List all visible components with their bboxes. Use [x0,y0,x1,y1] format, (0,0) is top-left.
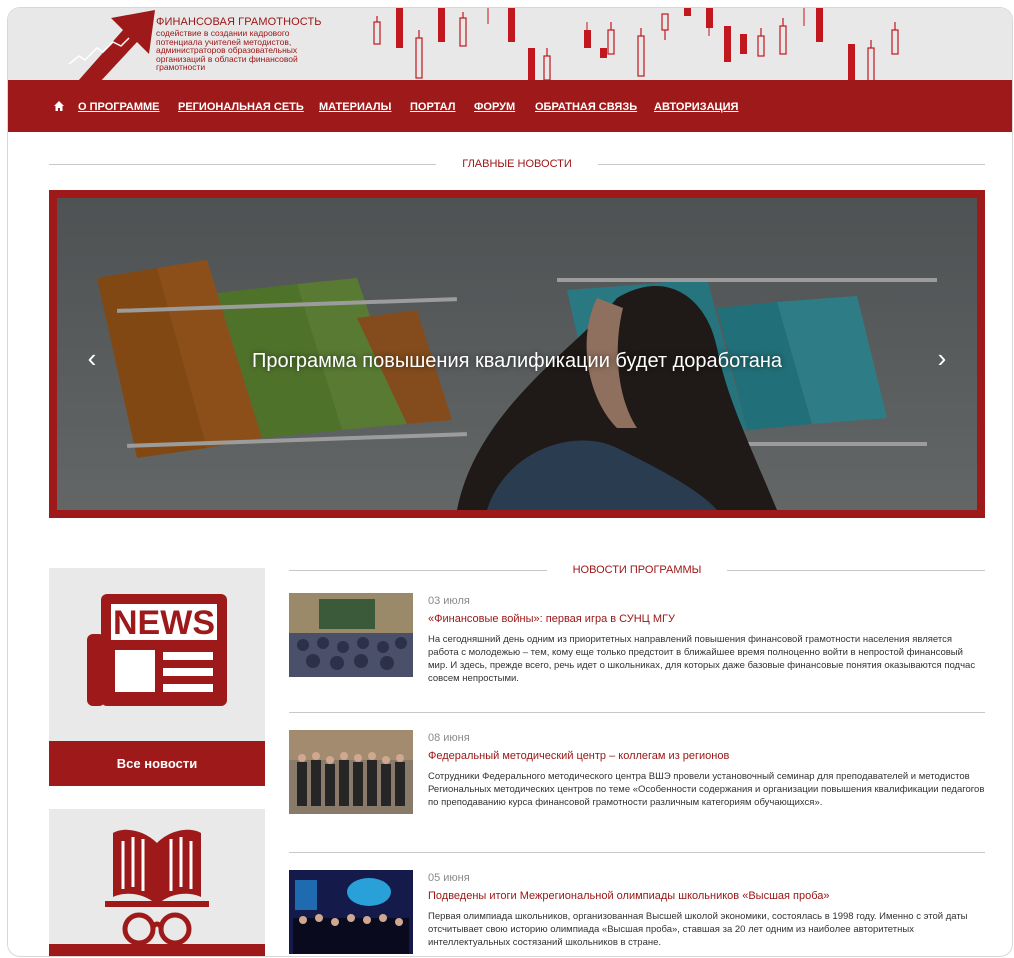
news-item: 03 июля «Финансовые войны»: первая игра … [289,593,985,698]
nav-item-about[interactable]: О ПРОГРАММЕ [78,101,159,113]
news-divider [289,852,985,853]
divider [727,569,985,571]
chevron-left-icon[interactable]: ‹ [77,338,107,378]
slide-caption[interactable]: Программа повышения квалификации будет д… [57,350,977,373]
chevron-right-icon[interactable]: › [927,338,957,378]
news-thumbnail[interactable] [289,593,413,677]
library-tile[interactable] [49,809,265,956]
news-summary: На сегодняшний день одним из приоритетны… [428,634,976,684]
news-thumbnail[interactable] [289,870,413,954]
news-date: 03 июля [428,595,470,607]
news-title-link[interactable]: Федеральный методический центр – коллега… [428,750,729,762]
news-divider [289,712,985,713]
main-news-title: ГЛАВНЫЕ НОВОСТИ [462,158,572,170]
nav-item-regional-network[interactable]: РЕГИОНАЛЬНАЯ СЕТЬ [178,101,304,113]
slide-image[interactable]: Программа повышения квалификации будет д… [57,198,977,510]
news-date: 08 июня [428,732,470,744]
news-title-link[interactable]: «Финансовые войны»: первая игра в СУНЦ М… [428,613,675,625]
header-band: ФИНАНСОВАЯ ГРАМОТНОСТЬ содействие в созд… [8,8,1012,98]
library-tile-footer[interactable] [49,944,265,956]
nav-item-feedback[interactable]: ОБРАТНАЯ СВЯЗЬ [535,101,637,113]
news-item: 05 июня Подведены итоги Межрегиональной … [289,870,985,956]
newspaper-icon-text: NEWS [113,604,215,642]
divider [289,569,547,571]
main-news-heading: ГЛАВНЫЕ НОВОСТИ [49,158,986,170]
brand-title[interactable]: ФИНАНСОВАЯ ГРАМОТНОСТЬ [156,16,322,28]
nav-item-portal[interactable]: ПОРТАЛ [410,101,455,113]
news-title-link[interactable]: Подведены итоги Межрегиональной олимпиад… [428,890,830,902]
divider [49,163,437,165]
program-news-title: НОВОСТИ ПРОГРАММЫ [572,564,702,576]
news-thumbnail[interactable] [289,730,413,814]
news-summary: Сотрудники Федерального методического це… [428,771,985,808]
main-nav: О ПРОГРАММЕ РЕГИОНАЛЬНАЯ СЕТЬ МАТЕРИАЛЫ … [8,80,1012,132]
news-slider[interactable]: Программа повышения квалификации будет д… [49,190,985,518]
newspaper-icon: NEWS [87,594,227,706]
candlestick-decoration [373,8,899,88]
all-news-tile[interactable]: NEWS Все новости [49,568,265,786]
news-item: 08 июня Федеральный методический центр –… [289,730,985,835]
nav-item-forum[interactable]: ФОРУМ [474,101,515,113]
home-icon[interactable] [54,101,64,111]
all-news-button[interactable]: Все новости [49,741,265,786]
book-glasses-icon [105,829,209,945]
news-summary: Первая олимпиада школьников, организован… [428,911,968,948]
nav-item-materials[interactable]: МАТЕРИАЛЫ [319,101,391,113]
program-news-heading: НОВОСТИ ПРОГРАММЫ [289,564,985,576]
nav-item-login[interactable]: АВТОРИЗАЦИЯ [654,101,738,113]
brand-subtitle: содействие в создании кадрового потенциа… [156,28,298,72]
divider [597,163,986,165]
news-date: 05 июня [428,872,470,884]
page-frame: ФИНАНСОВАЯ ГРАМОТНОСТЬ содействие в созд… [8,8,1012,956]
